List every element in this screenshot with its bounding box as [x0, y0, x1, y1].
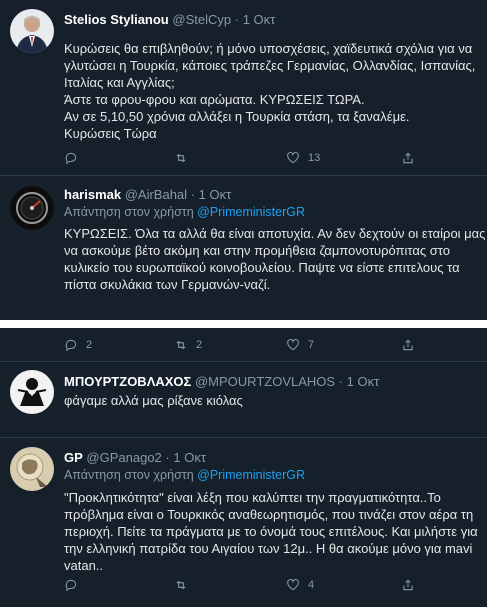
avatar[interactable] [10, 9, 54, 53]
tweet-3[interactable]: ΜΠΟΥΡΤΖΟΒΛΑΧΟΣ @MPOURTZOVLAHOS · 1 Οκτ φ… [0, 362, 487, 437]
tweet-text: ΚΥΡΩΣΕΙΣ. Όλα τα αλλά θα είναι αποτυχία.… [64, 226, 486, 292]
author-handle[interactable]: @GPanago2 [86, 450, 161, 465]
tweet-2-actions-row: 2 2 7 [0, 328, 487, 361]
like-icon [287, 151, 299, 164]
like-button[interactable]: 4 [286, 578, 314, 592]
reply-context: Απάντηση στον χρήστη @PrimeministerGR [64, 468, 305, 482]
like-button[interactable]: 7 [286, 338, 314, 352]
reply-button[interactable] [64, 578, 86, 592]
retweet-icon [176, 340, 186, 350]
share-icon [403, 579, 413, 591]
author-name[interactable]: GP [64, 450, 83, 465]
reply-button[interactable] [64, 151, 86, 165]
tweet-text: φάγαμε αλλά μας ρίξανε κιόλας [64, 393, 243, 408]
reply-mention-link[interactable]: @PrimeministerGR [197, 468, 305, 482]
tweet-actions: 2 2 7 [64, 338, 413, 356]
timestamp[interactable]: 1 Οκτ [347, 374, 380, 389]
tweet-1[interactable]: Stelios Stylianou @StelCyp · 1 Οκτ Κυρώσ… [0, 0, 487, 175]
share-button[interactable] [401, 578, 415, 592]
avatar[interactable] [10, 447, 54, 491]
reply-icon [65, 152, 77, 165]
tweet-2[interactable]: harismak @AirBahal · 1 Οκτ Απάντηση στον… [0, 176, 487, 320]
author-handle[interactable]: @MPOURTZOVLAHOS [195, 374, 335, 389]
reply-icon [65, 579, 77, 592]
share-button[interactable] [401, 151, 415, 165]
reply-context: Απάντηση στον χρήστη @PrimeministerGR [64, 205, 305, 219]
like-button[interactable]: 13 [286, 151, 320, 165]
timestamp[interactable]: 1 Οκτ [243, 12, 276, 27]
author-handle[interactable]: @AirBahal [125, 187, 187, 202]
retweet-icon [176, 153, 186, 163]
tweet-actions: 4 [64, 578, 413, 596]
like-icon [287, 338, 299, 351]
share-icon [403, 152, 413, 164]
reply-mention-link[interactable]: @PrimeministerGR [197, 205, 305, 219]
avatar[interactable] [10, 370, 54, 414]
share-button[interactable] [401, 338, 415, 352]
tweet-4[interactable]: GP @GPanago2 · 1 Οκτ Απάντηση στον χρήστ… [0, 438, 487, 607]
author-handle[interactable]: @StelCyp [172, 12, 231, 27]
retweet-button[interactable] [174, 151, 196, 165]
avatar[interactable] [10, 186, 54, 230]
author-name[interactable]: Stelios Stylianou [64, 12, 169, 27]
retweet-icon [176, 580, 186, 590]
timestamp[interactable]: 1 Οκτ [173, 450, 206, 465]
tweet-actions: 13 [64, 151, 413, 169]
author-name[interactable]: ΜΠΟΥΡΤΖΟΒΛΑΧΟΣ [64, 374, 191, 389]
separator-band [0, 320, 487, 328]
tweet-text: "Προκλητικότητα" είναι λέξη που καλύπτει… [64, 490, 478, 573]
reply-icon [65, 339, 77, 352]
retweet-button[interactable] [174, 578, 196, 592]
reply-button[interactable]: 2 [64, 338, 92, 352]
like-icon [287, 578, 299, 591]
timestamp[interactable]: 1 Οκτ [199, 187, 232, 202]
author-name[interactable]: harismak [64, 187, 121, 202]
share-icon [403, 339, 413, 351]
tweet-text: Κυρώσεις θα επιβληθούν; ή μόνο υποσχέσει… [64, 41, 476, 141]
retweet-button[interactable]: 2 [174, 338, 202, 352]
